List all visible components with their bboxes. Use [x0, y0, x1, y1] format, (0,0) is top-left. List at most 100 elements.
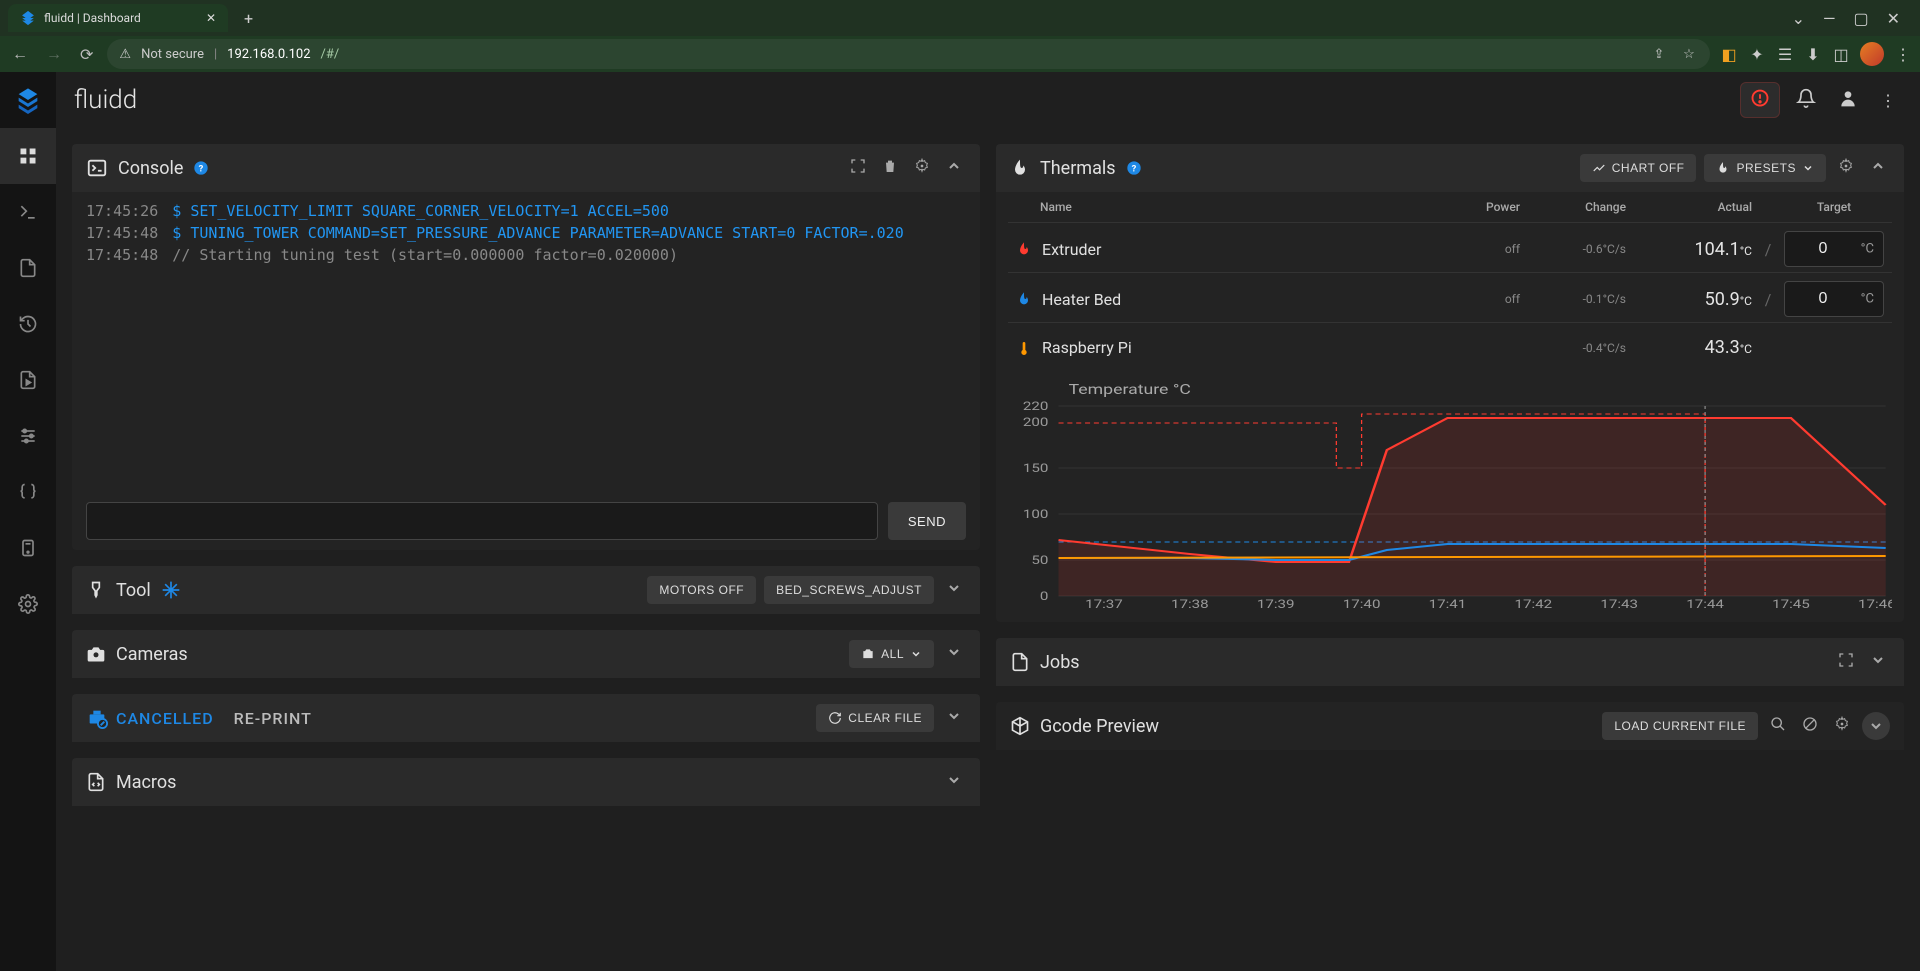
collapse-job-button[interactable]: [942, 704, 966, 732]
file-play-icon: [18, 370, 38, 390]
col-actual: Actual: [1632, 200, 1752, 214]
presets-button[interactable]: PRESETS: [1704, 154, 1826, 182]
downloads-icon[interactable]: ⬇: [1804, 45, 1822, 63]
share-icon[interactable]: ⇪: [1650, 45, 1668, 63]
search-icon: [1770, 716, 1786, 732]
fullscreen-button[interactable]: [846, 154, 870, 182]
right-column: Thermals ? CHART OFF PRESETS Name: [996, 144, 1904, 955]
app-logo[interactable]: [0, 72, 56, 128]
chevron-down-icon[interactable]: ⌄: [1792, 9, 1805, 28]
thermals-header-row: Name Power Change Actual Target: [1008, 192, 1892, 222]
main-area: fluidd ⋮ Console ?: [56, 72, 1920, 971]
sidebar-files[interactable]: [0, 240, 56, 296]
profile-avatar[interactable]: [1860, 42, 1884, 66]
chart-off-button[interactable]: CHART OFF: [1580, 154, 1697, 182]
help-icon[interactable]: ?: [1126, 160, 1142, 176]
cameras-panel: Cameras ALL: [72, 630, 980, 678]
motors-off-button[interactable]: MOTORS OFF: [647, 576, 756, 604]
job-status-label: CANCELLED: [116, 709, 214, 728]
bed-screws-button[interactable]: BED_SCREWS_ADJUST: [764, 576, 934, 604]
thermals-settings-button[interactable]: [1834, 154, 1858, 182]
reload-button[interactable]: ⟳: [76, 41, 97, 68]
chevron-down-icon: [946, 580, 962, 596]
topbar: fluidd ⋮: [56, 72, 1920, 128]
sidebar-tune[interactable]: [0, 408, 56, 464]
gcode-settings-button[interactable]: [1830, 712, 1854, 740]
collapse-cameras-button[interactable]: [942, 640, 966, 668]
chart-title: Temperature °C: [1069, 381, 1191, 398]
help-icon[interactable]: ?: [193, 160, 209, 176]
sidebar-history[interactable]: [0, 296, 56, 352]
svg-text:200: 200: [1023, 415, 1049, 429]
collapse-console-button[interactable]: [942, 154, 966, 182]
extruder-fill: [1059, 418, 1886, 596]
collapse-thermals-button[interactable]: [1866, 154, 1890, 182]
alert-icon: [1751, 89, 1769, 107]
alert-button[interactable]: [1740, 82, 1780, 118]
new-tab-button[interactable]: +: [236, 5, 261, 32]
clear-file-button[interactable]: CLEAR FILE: [816, 704, 934, 732]
thermometer-icon: [1016, 340, 1032, 356]
collapse-macros-button[interactable]: [942, 768, 966, 796]
console-input[interactable]: [86, 502, 878, 540]
sidebar-console[interactable]: [0, 184, 56, 240]
extensions-icon[interactable]: ✦: [1748, 45, 1766, 63]
bookmark-icon[interactable]: ☆: [1680, 45, 1698, 63]
browser-tab[interactable]: fluidd | Dashboard ✕: [8, 4, 228, 32]
forward-button[interactable]: →: [42, 40, 66, 68]
col-change: Change: [1526, 200, 1626, 214]
gear-icon: [914, 158, 930, 174]
back-button[interactable]: ←: [8, 40, 32, 68]
collapse-jobs-button[interactable]: [1866, 648, 1890, 676]
sidebar-system[interactable]: [0, 520, 56, 576]
collapse-tool-button[interactable]: [942, 576, 966, 604]
thermals-panel: Thermals ? CHART OFF PRESETS Name: [996, 144, 1904, 622]
svg-text:17:40: 17:40: [1343, 597, 1381, 610]
snowflake-icon[interactable]: [161, 580, 181, 600]
fire-icon: [1016, 291, 1032, 307]
console-header: Console ?: [72, 144, 980, 192]
reprint-button[interactable]: RE-PRINT: [234, 709, 312, 728]
server-icon: [18, 538, 38, 558]
sidebar-settings[interactable]: [0, 576, 56, 632]
tab-bar: fluidd | Dashboard ✕ + ⌄ — ▢ ✕: [0, 0, 1920, 36]
jobs-fullscreen-button[interactable]: [1834, 648, 1858, 676]
sidebar-config[interactable]: [0, 464, 56, 520]
chevron-down-icon: [946, 772, 962, 788]
thermals-chart[interactable]: Temperature °C 220 200 150 100 50 0: [996, 372, 1904, 622]
minimize-icon[interactable]: —: [1823, 9, 1836, 28]
user-button[interactable]: [1832, 82, 1864, 118]
side-panel-icon[interactable]: ◫: [1832, 45, 1850, 63]
url-host: 192.168.0.102: [227, 47, 310, 62]
collapse-gcode-button[interactable]: [1862, 712, 1890, 740]
gcode-disable-button[interactable]: [1798, 712, 1822, 740]
sidebar-timelapse[interactable]: [0, 352, 56, 408]
thermal-row-bed: Heater Bed off -0.1°C/s 50.9°C / °C: [1008, 272, 1892, 322]
sidebar-dashboard[interactable]: [0, 128, 56, 184]
close-window-icon[interactable]: ✕: [1887, 9, 1900, 28]
send-button[interactable]: SEND: [888, 502, 966, 540]
gear-icon: [1838, 158, 1854, 174]
maximize-icon[interactable]: ▢: [1853, 9, 1868, 28]
svg-text:17:45: 17:45: [1772, 597, 1810, 610]
console-settings-button[interactable]: [910, 154, 934, 182]
browser-menu-icon[interactable]: ⋮: [1894, 45, 1912, 63]
notifications-button[interactable]: [1790, 82, 1822, 118]
clear-console-button[interactable]: [878, 154, 902, 182]
chevron-up-icon: [946, 158, 962, 174]
col-name: Name: [1016, 200, 1434, 214]
svg-text:50: 50: [1031, 553, 1048, 567]
topbar-right: ⋮: [1740, 82, 1902, 118]
url-input[interactable]: ⚠ Not secure | 192.168.0.102/#/ ⇪ ☆: [107, 39, 1710, 69]
gcode-zoom-button[interactable]: [1766, 712, 1790, 740]
bell-icon: [1796, 88, 1816, 108]
extension-1-icon[interactable]: ◧: [1720, 45, 1738, 63]
load-current-file-button[interactable]: LOAD CURRENT FILE: [1602, 712, 1758, 740]
reading-list-icon[interactable]: ☰: [1776, 45, 1794, 63]
cameras-all-button[interactable]: ALL: [849, 640, 934, 668]
svg-text:17:37: 17:37: [1085, 597, 1123, 610]
menu-button[interactable]: ⋮: [1874, 85, 1902, 116]
tab-title: fluidd | Dashboard: [44, 11, 141, 25]
file-icon: [18, 258, 38, 278]
close-tab-icon[interactable]: ✕: [206, 11, 216, 25]
